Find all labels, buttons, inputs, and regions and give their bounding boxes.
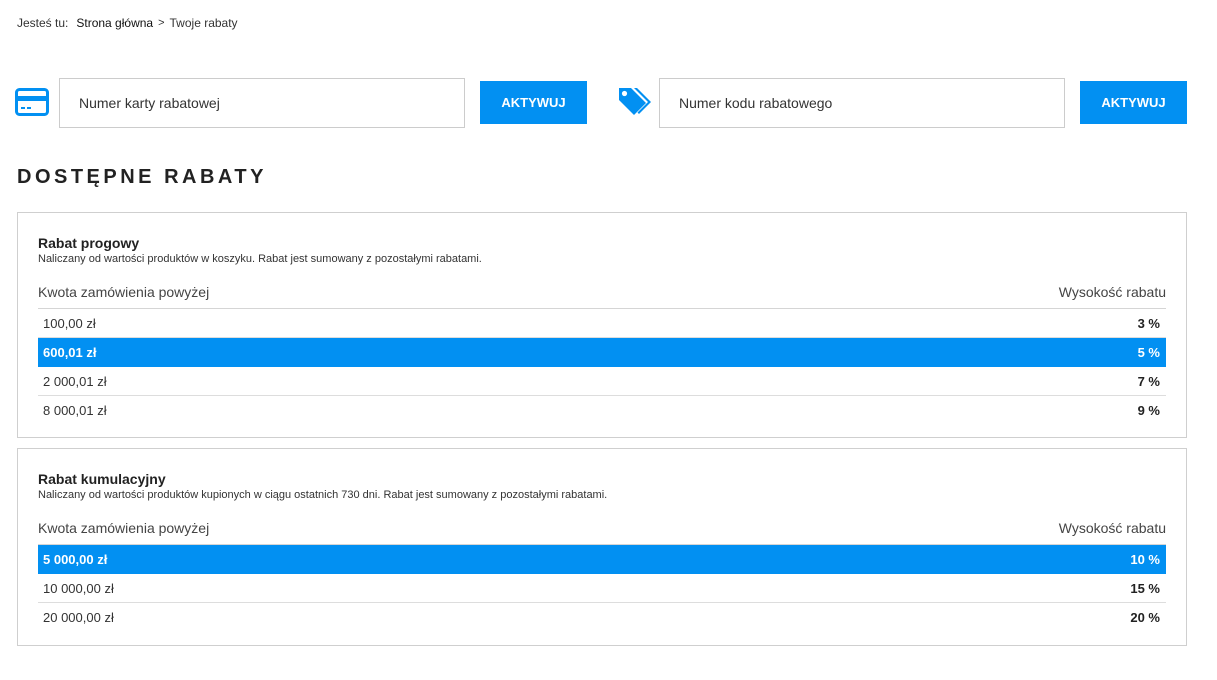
- discount-card-input[interactable]: [59, 78, 465, 128]
- table-header: Kwota zamówienia powyżej Wysokość rabatu: [38, 520, 1166, 545]
- panel-title: Rabat progowy: [38, 235, 140, 251]
- row-amount: 5 000,00 zł: [43, 552, 108, 567]
- discount-panel-cumulative: Rabat kumulacyjny Naliczany od wartości …: [17, 448, 1187, 646]
- table-row-active: 5 000,00 zł 10 %: [38, 545, 1166, 574]
- credit-card-icon: [15, 88, 49, 116]
- table-row: 100,00 zł 3 %: [38, 309, 1166, 338]
- row-amount: 600,01 zł: [43, 345, 97, 360]
- row-amount: 100,00 zł: [43, 315, 96, 331]
- table-row: 8 000,01 zł 9 %: [38, 396, 1166, 425]
- row-amount: 2 000,01 zł: [43, 373, 107, 389]
- row-rate: 5 %: [1137, 345, 1160, 360]
- row-amount: 20 000,00 zł: [43, 610, 114, 625]
- column-amount: Kwota zamówienia powyżej: [38, 284, 210, 300]
- panel-description: Naliczany od wartości produktów kupionyc…: [38, 489, 608, 501]
- discount-table: 100,00 zł 3 % 600,01 zł 5 % 2 000,01 zł 7 % 8 …: [38, 309, 1166, 425]
- activate-code-button[interactable]: AKTYWUJ: [1080, 81, 1187, 124]
- breadcrumb: Jesteś tu: Strona główna > Twoje rabaty: [17, 16, 238, 30]
- section-title: DOSTĘPNE RABATY: [17, 166, 267, 188]
- row-amount: 8 000,01 zł: [43, 403, 107, 418]
- breadcrumb-home-link[interactable]: Strona główna: [76, 16, 153, 30]
- row-rate: 20 %: [1130, 610, 1160, 625]
- column-rate: Wysokość rabatu: [1058, 520, 1166, 536]
- breadcrumb-current: Twoje rabaty: [169, 16, 238, 30]
- activation-row: AKTYWUJ AKTYWUJ: [15, 78, 1187, 128]
- discount-code-input[interactable]: [659, 78, 1065, 128]
- discount-panel-threshold: Rabat progowy Naliczany od wartości prod…: [17, 212, 1187, 438]
- row-rate: 10 %: [1130, 552, 1160, 567]
- tags-icon: [619, 88, 651, 115]
- row-rate: 9 %: [1137, 403, 1160, 418]
- row-amount: 10 000,00 zł: [43, 580, 114, 596]
- activate-card-button[interactable]: AKTYWUJ: [480, 81, 587, 124]
- table-row: 10 000,00 zł 15 %: [38, 574, 1166, 603]
- panel-title: Rabat kumulacyjny: [38, 471, 166, 487]
- row-rate: 3 %: [1137, 315, 1160, 331]
- breadcrumb-separator: >: [158, 17, 165, 29]
- table-row-active: 600,01 zł 5 %: [38, 338, 1166, 367]
- panel-description: Naliczany od wartości produktów w koszyk…: [38, 253, 482, 265]
- row-rate: 7 %: [1137, 373, 1160, 389]
- column-rate: Wysokość rabatu: [1058, 284, 1166, 300]
- table-header: Kwota zamówienia powyżej Wysokość rabatu: [38, 284, 1166, 309]
- discount-table: 5 000,00 zł 10 % 10 000,00 zł 15 % 20 000,00…: [38, 545, 1166, 632]
- column-amount: Kwota zamówienia powyżej: [38, 520, 210, 536]
- row-rate: 15 %: [1130, 580, 1160, 596]
- breadcrumb-prefix: Jesteś tu:: [17, 16, 69, 30]
- table-row: 20 000,00 zł 20 %: [38, 603, 1166, 632]
- table-row: 2 000,01 zł 7 %: [38, 367, 1166, 396]
